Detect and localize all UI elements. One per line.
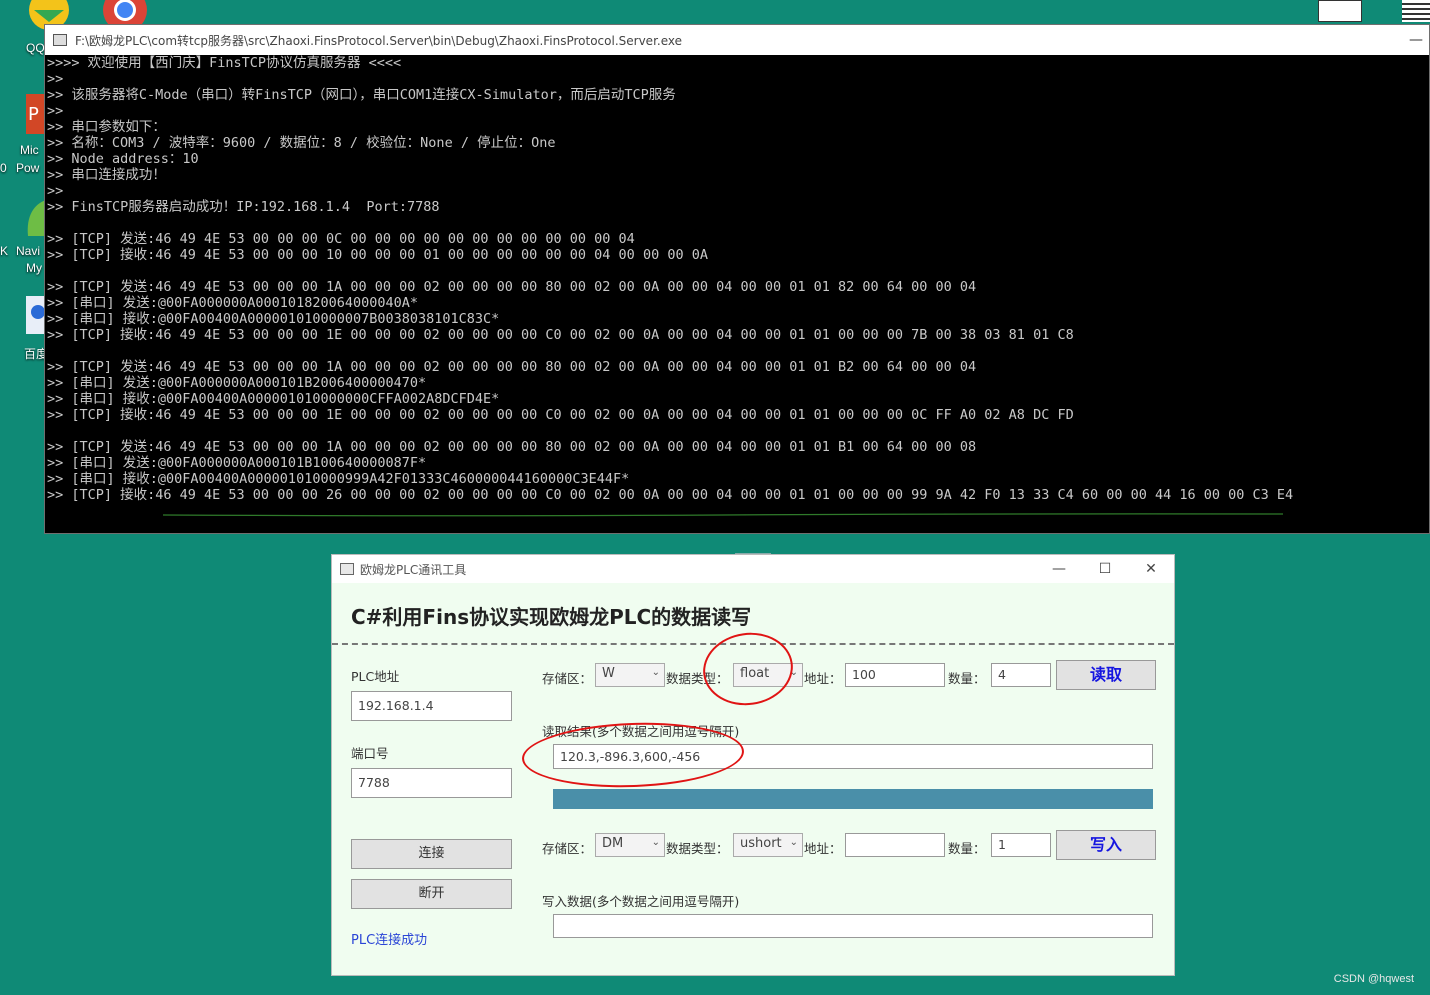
console-line: >> <box>47 71 64 87</box>
console-line: >> [TCP] 接收:46 49 4E 53 00 00 00 10 00 0… <box>47 247 708 263</box>
desktop-label-mic: Mic <box>20 143 39 157</box>
progress-bar <box>553 789 1153 809</box>
console-line: >> Node address：10 <box>47 151 199 167</box>
desktop-edge-char-k: K <box>0 244 9 258</box>
read-address-input[interactable]: 100 <box>845 663 945 687</box>
console-line: >> [TCP] 发送:46 49 4E 53 00 00 00 0C 00 0… <box>47 231 635 247</box>
desktop-label-qq: QQ <box>26 41 45 55</box>
svg-text:P: P <box>28 104 39 125</box>
connect-button[interactable]: 连接 <box>351 839 512 869</box>
tray-window-thumbnail <box>1318 0 1362 22</box>
desktop-label-my: My <box>26 261 42 275</box>
console-minimize-button[interactable]: — <box>1409 32 1423 48</box>
console-line: >> [串口] 发送:@00FA000000A000101B2006400000… <box>47 375 427 391</box>
read-count-input[interactable]: 4 <box>991 663 1051 687</box>
console-line: >> [串口] 接收:@00FA00400A000001010000007B00… <box>47 311 500 327</box>
read-address-label: 地址： <box>804 671 842 686</box>
csdn-watermark: CSDN @hqwest <box>1333 973 1414 985</box>
connection-status: PLC连接成功 <box>351 933 428 948</box>
write-button[interactable]: 写入 <box>1056 830 1156 860</box>
console-line: >> [TCP] 接收:46 49 4E 53 00 00 00 1E 00 0… <box>47 407 1074 423</box>
plc-window-title: 欧姆龙PLC通讯工具 <box>360 562 467 577</box>
port-input[interactable]: 7788 <box>351 768 512 798</box>
read-area-label: 存储区： <box>542 671 593 686</box>
console-line: >> <box>47 103 64 119</box>
console-line: >> [TCP] 发送:46 49 4E 53 00 00 00 1A 00 0… <box>47 279 977 295</box>
ip-label: PLC地址 <box>351 669 400 684</box>
console-app-icon <box>53 34 67 46</box>
chevron-down-icon: ⌄ <box>789 837 798 848</box>
console-line: >> [串口] 接收:@00FA00400A000001010000000CFF… <box>47 391 500 407</box>
console-line: >> 串口连接成功！ <box>47 167 166 183</box>
console-title: F:\欧姆龙PLC\com转tcp服务器\src\Zhaoxi.FinsProt… <box>75 33 682 48</box>
write-type-value: ushort <box>740 836 782 851</box>
write-area-value: DM <box>602 836 624 851</box>
read-count-label: 数量： <box>948 671 986 686</box>
maximize-button[interactable]: ☐ <box>1082 561 1128 577</box>
console-line: >> 该服务器将C-Mode（串口）转FinsTCP（网口），串口COM1连接C… <box>47 87 676 103</box>
write-data-field[interactable] <box>553 914 1153 938</box>
write-address-label: 地址： <box>804 841 842 856</box>
ip-input[interactable]: 192.168.1.4 <box>351 691 512 721</box>
chevron-down-icon: ⌄ <box>651 667 660 678</box>
console-line: >> [串口] 发送:@00FA000000A00010182006400004… <box>47 295 418 311</box>
console-titlebar[interactable]: F:\欧姆龙PLC\com转tcp服务器\src\Zhaoxi.FinsProt… <box>45 25 1429 55</box>
console-line: >> 名称：COM3 / 波特率：9600 / 数据位：8 / 校验位：None… <box>47 135 556 151</box>
console-line: >> FinsTCP服务器启动成功！IP:192.168.1.4 Port:77… <box>47 199 440 215</box>
console-window[interactable]: F:\欧姆龙PLC\com转tcp服务器\src\Zhaoxi.FinsProt… <box>44 24 1430 534</box>
close-button[interactable]: ✕ <box>1128 561 1174 577</box>
disconnect-button[interactable]: 断开 <box>351 879 512 909</box>
console-line: >> [串口] 发送:@00FA000000A000101B1006400000… <box>47 455 427 471</box>
chevron-down-icon: ⌄ <box>651 837 660 848</box>
read-area-select[interactable]: W ⌄ <box>595 663 665 687</box>
console-line: >> [TCP] 发送:46 49 4E 53 00 00 00 1A 00 0… <box>47 439 977 455</box>
read-area-value: W <box>602 666 615 681</box>
write-address-input[interactable] <box>845 833 945 857</box>
write-count-input[interactable]: 1 <box>991 833 1051 857</box>
desktop-label-pow: Pow <box>16 161 40 175</box>
write-type-select[interactable]: ushort ⌄ <box>733 833 803 857</box>
console-line: >> 串口参数如下： <box>47 119 166 135</box>
minimize-button[interactable]: — <box>1036 561 1082 577</box>
console-output: >>>> 欢迎使用【西门庆】FinsTCP协议仿真服务器 <<<< >> >> 该服… <box>45 55 1429 533</box>
desktop-label-navi: Navi <box>16 244 41 258</box>
green-underline-annotation <box>163 513 1283 517</box>
write-area-select[interactable]: DM ⌄ <box>595 833 665 857</box>
console-line: >> [TCP] 接收:46 49 4E 53 00 00 00 26 00 0… <box>47 487 1294 503</box>
desktop-edge-char: 0 <box>0 161 7 175</box>
page-title: C#利用Fins协议实现欧姆龙PLC的数据读写 <box>351 605 752 629</box>
write-count-label: 数量： <box>948 841 986 856</box>
red-circle-annotation-type <box>698 627 798 711</box>
console-line: >> [TCP] 接收:46 49 4E 53 00 00 00 1E 00 0… <box>47 327 1074 343</box>
plc-tool-window[interactable]: 欧姆龙PLC通讯工具 — ☐ ✕ C#利用Fins协议实现欧姆龙PLC的数据读写… <box>331 554 1175 976</box>
write-type-label: 数据类型： <box>666 841 729 856</box>
port-label: 端口号 <box>351 746 389 761</box>
read-button[interactable]: 读取 <box>1056 660 1156 690</box>
plc-app-icon <box>340 563 354 575</box>
tray-app-thumbnail <box>1402 0 1430 22</box>
console-line: >>>> 欢迎使用【西门庆】FinsTCP协议仿真服务器 <<<< <box>47 55 402 71</box>
plc-titlebar[interactable]: 欧姆龙PLC通讯工具 — ☐ ✕ <box>332 555 1174 583</box>
console-line: >> <box>47 183 64 199</box>
console-line: >> [串口] 接收:@00FA00400A000001010000999A42… <box>47 471 630 487</box>
write-area-label: 存储区： <box>542 841 593 856</box>
write-data-label: 写入数据(多个数据之间用逗号隔开) <box>542 894 740 909</box>
console-line: >> [TCP] 发送:46 49 4E 53 00 00 00 1A 00 0… <box>47 359 977 375</box>
